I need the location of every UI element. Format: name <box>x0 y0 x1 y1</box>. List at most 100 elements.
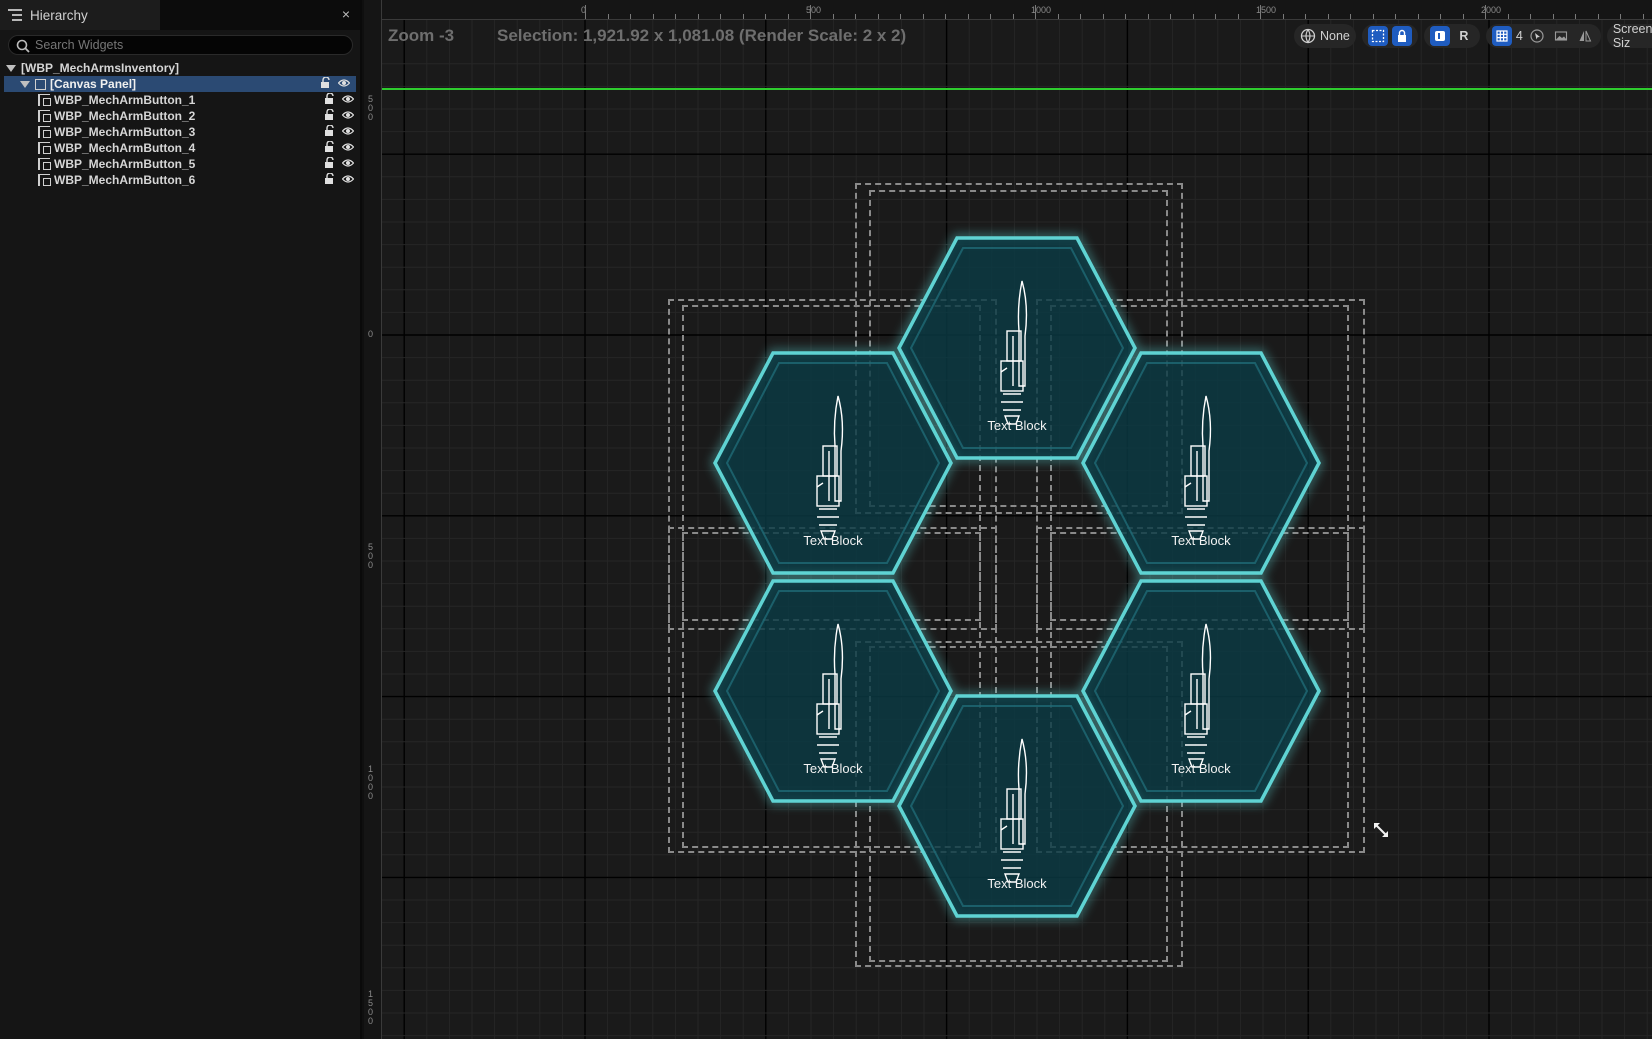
lock-icon[interactable] <box>324 125 336 137</box>
ruler-tick <box>945 14 946 19</box>
grid-snap-toggle[interactable] <box>1491 26 1512 46</box>
tree-item-label: WBP_MechArmButton_1 <box>54 93 196 107</box>
ruler-tick <box>967 14 969 19</box>
ruler-tick <box>1575 14 1576 19</box>
ruler-tick <box>832 14 834 19</box>
eye-icon[interactable] <box>342 109 354 121</box>
tree-item-mech-arm-button[interactable]: WBP_MechArmButton_2 <box>0 108 360 124</box>
image-icon <box>1554 31 1567 41</box>
grid-size-value[interactable]: 4 <box>1516 29 1523 43</box>
close-icon[interactable]: × <box>342 6 350 22</box>
lock-icon[interactable] <box>324 93 336 105</box>
viewport-toolbar: None R 4 Screen Siz <box>1294 22 1652 50</box>
screen-size-label: Screen Siz <box>1612 22 1652 50</box>
ruler-tick <box>1440 14 1441 19</box>
selection-label: Selection: 1,921.92 x 1,081.08 (Render S… <box>497 26 907 45</box>
user-widget-icon <box>38 174 51 186</box>
respect-locks-toggle[interactable] <box>1391 26 1412 46</box>
eye-icon[interactable] <box>342 157 354 169</box>
tree-item-label: WBP_MechArmButton_4 <box>54 141 196 155</box>
ruler-tick <box>1282 14 1284 19</box>
tree-item-root[interactable]: [WBP_MechArmsInventory] <box>0 60 360 76</box>
flip-toggle[interactable] <box>1575 26 1595 46</box>
screen-size-dropdown[interactable]: Screen Siz <box>1606 22 1652 50</box>
ruler-tick <box>1215 14 1216 19</box>
ruler-top: 0 500 1000 1500 2000 <box>364 0 1652 20</box>
tree-item-mech-arm-button[interactable]: WBP_MechArmButton_5 <box>0 156 360 172</box>
background-toggle[interactable] <box>1551 26 1571 46</box>
ruler-tick <box>990 14 991 19</box>
ruler-tick <box>1350 14 1351 19</box>
tree-item-mech-arm-button[interactable]: WBP_MechArmButton_3 <box>0 124 360 140</box>
ruler-tick <box>585 5 586 19</box>
hierarchy-tab[interactable]: Hierarchy <box>0 0 160 30</box>
mech-arm-button[interactable]: Text Block <box>894 692 1140 920</box>
cursor-toggle[interactable] <box>1527 26 1547 46</box>
ruler-tick <box>922 14 924 19</box>
ruler-tick <box>607 14 609 19</box>
ruler-tick <box>1395 14 1396 19</box>
lock-icon[interactable] <box>324 141 336 153</box>
lock-icon[interactable] <box>324 173 336 185</box>
ruler-tick-label: 1 0 0 0 <box>368 764 374 801</box>
lock-icon[interactable] <box>324 157 336 169</box>
ruler-tick <box>1102 14 1104 19</box>
tree-item-mech-arm-button[interactable]: WBP_MechArmButton_6 <box>0 172 360 188</box>
hierarchy-panel: Hierarchy × Search Widgets [WBP_MechArms… <box>0 0 362 1039</box>
mech-arm-button[interactable]: Text Block <box>710 349 956 577</box>
ruler-tick-label: 1000 <box>1031 5 1052 15</box>
ruler-tick <box>1552 14 1554 19</box>
ruler-tick-label: 5 0 0 <box>368 94 374 122</box>
tree-item-label: WBP_MechArmButton_2 <box>54 109 196 123</box>
tree-item-mech-arm-button[interactable]: WBP_MechArmButton_4 <box>0 140 360 156</box>
search-icon <box>16 39 30 53</box>
ruler-tick <box>1012 14 1014 19</box>
lock-icon[interactable] <box>324 109 336 121</box>
ruler-tick-label: 1 5 0 0 <box>368 989 374 1026</box>
dashed-outline-toggle[interactable] <box>1367 26 1388 46</box>
cursor-icon <box>1530 29 1544 43</box>
tree-item-label: WBP_MechArmButton_6 <box>54 173 196 187</box>
eye-icon[interactable] <box>342 125 354 137</box>
r-button[interactable]: R <box>1454 26 1474 46</box>
ruler-tick <box>877 14 879 19</box>
ruler-left: 5 0 0 0 5 0 0 1 0 0 0 1 5 0 0 <box>364 0 382 1039</box>
grid-snap-group: 4 <box>1485 24 1601 48</box>
ruler-tick <box>1147 14 1149 19</box>
user-widget-icon <box>38 94 51 106</box>
list-icon <box>8 9 22 21</box>
ruler-tick <box>765 14 766 19</box>
grid-icon <box>1496 30 1508 42</box>
eye-icon[interactable] <box>338 77 350 89</box>
ruler-tick <box>900 14 901 19</box>
ruler-tick <box>1080 14 1081 19</box>
search-input[interactable]: Search Widgets <box>8 35 353 55</box>
dashed-outline-toggle-group <box>1361 24 1418 48</box>
tree-item-canvas-panel[interactable]: [Canvas Panel] <box>4 76 356 92</box>
tree-item-mech-arm-button[interactable]: WBP_MechArmButton_1 <box>0 92 360 108</box>
ruler-tick <box>720 14 721 19</box>
eye-icon[interactable] <box>342 93 354 105</box>
ruler-tick <box>1305 14 1306 19</box>
ruler-tick <box>1597 14 1599 19</box>
eye-icon[interactable] <box>342 173 354 185</box>
eye-icon[interactable] <box>342 141 354 153</box>
caret-down-icon[interactable] <box>6 64 16 72</box>
localization-preview-button[interactable]: None <box>1294 24 1356 48</box>
ruler-tick <box>1620 14 1621 19</box>
widget-icon <box>1434 31 1445 41</box>
ruler-tick <box>810 5 811 19</box>
resize-arrows-icon[interactable] <box>1371 820 1391 840</box>
preview-toggle[interactable] <box>1429 26 1450 46</box>
tab-bar: Hierarchy × <box>0 0 360 30</box>
mech-arm-button[interactable]: Text Block <box>1078 349 1324 577</box>
text-block: Text Block <box>987 876 1047 891</box>
designer-viewport[interactable]: 0 500 1000 1500 2000 5 0 0 0 5 0 0 1 0 0 0 1 5 0… <box>364 0 1652 1039</box>
user-widget-icon <box>38 158 51 170</box>
globe-icon <box>1300 28 1316 44</box>
ruler-tick <box>1260 5 1261 19</box>
text-block: Text Block <box>1171 533 1231 548</box>
lock-icon[interactable] <box>320 77 332 89</box>
caret-down-icon[interactable] <box>20 80 30 88</box>
ruler-tick <box>1035 5 1036 19</box>
